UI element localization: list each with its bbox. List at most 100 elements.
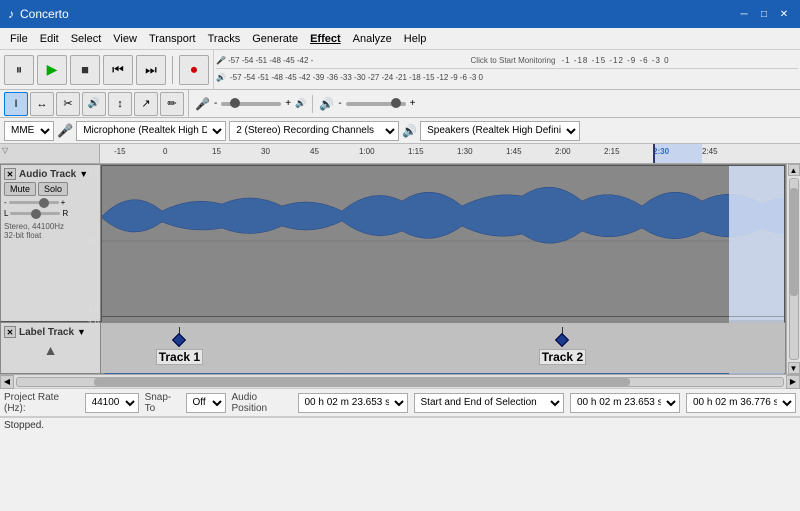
audio-track-name: Audio Track	[19, 169, 76, 180]
status-bar: Project Rate (Hz): 44100 Snap-To Off Aud…	[0, 388, 800, 433]
audio-position-input[interactable]: 00 h 02 m 23.653 s	[298, 393, 408, 413]
track-sample-rate: Stereo, 44100Hz	[4, 222, 97, 231]
hscroll-right-button[interactable]: ▶	[786, 375, 800, 389]
speaker-select[interactable]: Speakers (Realtek High Definiti	[420, 121, 580, 141]
click-monitor[interactable]: Click to Start Monitoring	[471, 56, 556, 65]
label-track-name: Label Track	[19, 327, 74, 338]
app-icon: ♪	[8, 7, 14, 21]
tracks-container: ✕ Audio Track ▼ Mute Solo - + L	[0, 164, 786, 374]
pan-left-label: L	[4, 209, 8, 218]
meter-mic-icon: 🎤	[216, 56, 226, 65]
selection-type-select[interactable]: Start and End of Selection	[414, 393, 565, 413]
menu-effect[interactable]: Effect	[304, 31, 347, 47]
label-track-content: Track 1 Track 2	[101, 323, 785, 373]
track-close-button[interactable]: ✕	[4, 168, 16, 180]
selection-start-input[interactable]: 00 h 02 m 23.653 s	[570, 393, 680, 413]
driver-select[interactable]: MME	[4, 121, 54, 141]
pan-slider-row: L R	[4, 209, 97, 218]
menu-file[interactable]: File	[4, 31, 34, 47]
menu-tracks[interactable]: Tracks	[202, 31, 247, 47]
mute-solo-row: Mute Solo	[4, 182, 97, 196]
minimize-button[interactable]: ─	[736, 6, 752, 22]
play-button[interactable]: ▶	[37, 55, 67, 85]
menu-transport[interactable]: Transport	[143, 31, 202, 47]
status-text: Stopped.	[0, 417, 800, 433]
ruler-tick-15: 15	[212, 147, 221, 156]
label-track1-text: Track 1	[156, 349, 203, 365]
vscroll-up-button[interactable]: ▲	[788, 164, 800, 176]
ruler-tick-245: 2:45	[702, 147, 718, 156]
snap-to-select[interactable]: Off	[186, 393, 226, 413]
menu-generate[interactable]: Generate	[246, 31, 304, 47]
hscroll-left-button[interactable]: ◀	[0, 375, 14, 389]
label-track-arrow: ▲	[4, 342, 97, 358]
ruler-content: -15 0 15 30 45 1:00 1:15 1:30 1:45 2:00 …	[100, 144, 800, 163]
y-label-top-m1: -1.0	[74, 305, 99, 314]
timeline-selection	[653, 144, 702, 163]
ruler-tick-145: 1:45	[506, 147, 522, 156]
label-track-close-button[interactable]: ✕	[4, 326, 16, 338]
horizontal-scrollbar: ◀ ▶	[0, 374, 800, 388]
draw-tool[interactable]: ✂	[56, 92, 80, 116]
label-track-control: ✕ Label Track ▼ ▲	[1, 323, 101, 373]
mute-button[interactable]: Mute	[4, 182, 36, 196]
toolbar-combined: ⏸ ▶ ■ ⏮ ⏭ ⏺ 🎤 -57 -54 -51 -48 -45 -42 - …	[0, 50, 800, 90]
menu-help[interactable]: Help	[398, 31, 433, 47]
selection-end-input[interactable]: 00 h 02 m 36.776 s	[686, 393, 796, 413]
menu-view[interactable]: View	[107, 31, 143, 47]
stop-button[interactable]: ■	[70, 55, 100, 85]
meter-scale-2: -57 -54 -51 -48 -45 -42 -39 -36 -33 -30 …	[230, 73, 798, 82]
timeshift-tool[interactable]: ↕	[108, 92, 132, 116]
skip-back-button[interactable]: ⏮	[103, 55, 133, 85]
speaker-dropdown-icon: 🔊	[402, 124, 417, 138]
dropdowns-bar: MME 🎤 Microphone (Realtek High Defini 2 …	[0, 118, 800, 144]
extra-tool[interactable]: ✏	[160, 92, 184, 116]
gain-slider[interactable]	[9, 201, 59, 204]
maximize-button[interactable]: □	[756, 6, 772, 22]
select-tool[interactable]: I	[4, 92, 28, 116]
project-rate-label: Project Rate (Hz):	[4, 392, 79, 414]
pause-button[interactable]: ⏸	[4, 55, 34, 85]
hscroll-track[interactable]	[16, 377, 784, 387]
ruler-tick-115: 1:15	[408, 147, 424, 156]
meter-scale-1r: -1 -18 -15 -12 -9 -6 -3 0	[561, 56, 798, 65]
envelope-tool[interactable]: ↔	[30, 92, 54, 116]
close-button[interactable]: ✕	[776, 6, 792, 22]
ruler-tick-130: 1:30	[457, 147, 473, 156]
menu-analyze[interactable]: Analyze	[347, 31, 398, 47]
record-button[interactable]: ⏺	[179, 55, 209, 85]
hscroll-thumb[interactable]	[94, 378, 630, 386]
meter-scale-1: -57 -54 -51 -48 -45 -42 -	[228, 56, 465, 65]
solo-button[interactable]: Solo	[38, 182, 68, 196]
menu-edit[interactable]: Edit	[34, 31, 65, 47]
label-track-dropdown[interactable]: ▼	[77, 327, 86, 337]
audio-position-label: Audio Position	[232, 392, 292, 414]
ruler-tick-200: 2:00	[555, 147, 571, 156]
label-track2-text: Track 2	[539, 349, 586, 365]
vscroll-thumb[interactable]	[790, 188, 798, 296]
ruler-tick-100: 1:00	[359, 147, 375, 156]
project-rate-select[interactable]: 44100	[85, 393, 139, 413]
gain-icon: 🔊	[319, 97, 334, 111]
microphone-select[interactable]: Microphone (Realtek High Defini	[76, 121, 226, 141]
controls-bar: Project Rate (Hz): 44100 Snap-To Off Aud…	[0, 389, 800, 417]
ruler-track-label-spacer: ▽	[0, 144, 100, 163]
menu-select[interactable]: Select	[65, 31, 108, 47]
waveform-channel-top: 1.0 0.0 -1.0	[102, 166, 784, 317]
mic-slider[interactable]	[221, 102, 281, 106]
main-content: ✕ Audio Track ▼ Mute Solo - + L	[0, 164, 800, 374]
vscroll-track[interactable]	[789, 178, 799, 360]
channels-select[interactable]: 2 (Stereo) Recording Channels	[229, 121, 399, 141]
pan-slider[interactable]	[10, 212, 60, 215]
ruler-tick-45: 45	[310, 147, 319, 156]
zoom-tool[interactable]: 🔊	[82, 92, 106, 116]
skip-forward-button[interactable]: ⏭	[136, 55, 166, 85]
timeline-ruler: ▽ -15 0 15 30 45 1:00 1:15 1:30 1:45 2:0…	[0, 144, 800, 164]
label-track: ✕ Label Track ▼ ▲ Track 1	[0, 322, 786, 374]
multi-tool[interactable]: ↗	[134, 92, 158, 116]
vol-minus: -	[214, 98, 217, 109]
speaker-slider[interactable]	[346, 102, 406, 106]
vscroll-down-button[interactable]: ▼	[788, 362, 800, 374]
ruler-tick-30: 30	[261, 147, 270, 156]
ruler-tick-0: 0	[163, 147, 167, 156]
